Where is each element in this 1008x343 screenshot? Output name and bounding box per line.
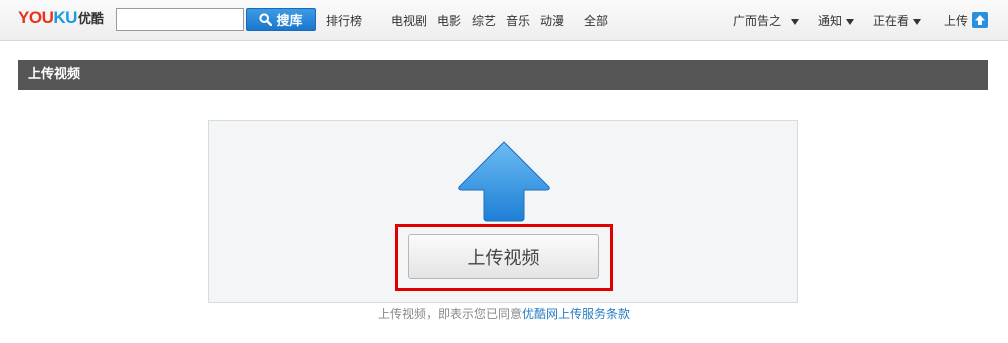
search-button-label: 搜库 — [276, 14, 303, 29]
upload-link[interactable]: 上传 — [944, 12, 968, 29]
chevron-down-icon — [913, 18, 922, 25]
watching-menu[interactable]: 正在看 — [873, 12, 922, 29]
user-menu[interactable]: 广而告之 — [733, 12, 800, 29]
terms-notice: 上传视频，即表示您已同意优酷网上传服务条款 — [0, 305, 1008, 322]
nav-anime[interactable]: 动漫 — [540, 12, 564, 29]
search-icon — [259, 13, 273, 26]
nav-movie[interactable]: 电影 — [437, 12, 461, 29]
search-input[interactable] — [116, 8, 244, 31]
terms-link[interactable]: 优酷网上传服务条款 — [522, 307, 630, 321]
upload-panel[interactable]: 上传视频 — [208, 120, 798, 303]
logo-letter: U — [41, 8, 54, 27]
user-name: 广而告之 — [733, 14, 782, 28]
logo-wordmark: YOUKU — [18, 8, 77, 28]
section-title: 上传视频 — [18, 60, 988, 90]
watching-label: 正在看 — [873, 14, 910, 28]
logo-cn: 优酷 — [77, 12, 104, 27]
nav-ranking[interactable]: 排行榜 — [326, 12, 362, 29]
chevron-down-icon — [846, 18, 855, 25]
upload-arrow-icon[interactable] — [972, 12, 988, 28]
nav-all[interactable]: 全部 — [584, 12, 608, 29]
youku-logo[interactable]: YOUKU 优酷 — [18, 8, 104, 30]
nav-tv[interactable]: 电视剧 — [391, 12, 427, 29]
notify-menu[interactable]: 通知 — [818, 12, 855, 29]
big-upload-arrow-icon — [458, 141, 550, 222]
terms-prefix: 上传视频，即表示您已同意 — [377, 307, 522, 321]
notify-label: 通知 — [818, 14, 843, 28]
upload-video-button[interactable]: 上传视频 — [408, 234, 599, 279]
nav-variety[interactable]: 综艺 — [472, 12, 496, 29]
logo-letter: K — [53, 8, 66, 27]
chevron-down-icon — [791, 18, 800, 25]
logo-letter: U — [65, 8, 77, 27]
logo-letter: Y — [18, 8, 29, 27]
nav-music[interactable]: 音乐 — [506, 12, 530, 29]
top-nav-bar: YOUKU 优酷 搜库 排行榜 电视剧 电影 综艺 音乐 动漫 全部 广而告之 … — [0, 0, 1008, 41]
logo-letter: O — [28, 8, 42, 27]
search-button[interactable]: 搜库 — [246, 8, 316, 31]
